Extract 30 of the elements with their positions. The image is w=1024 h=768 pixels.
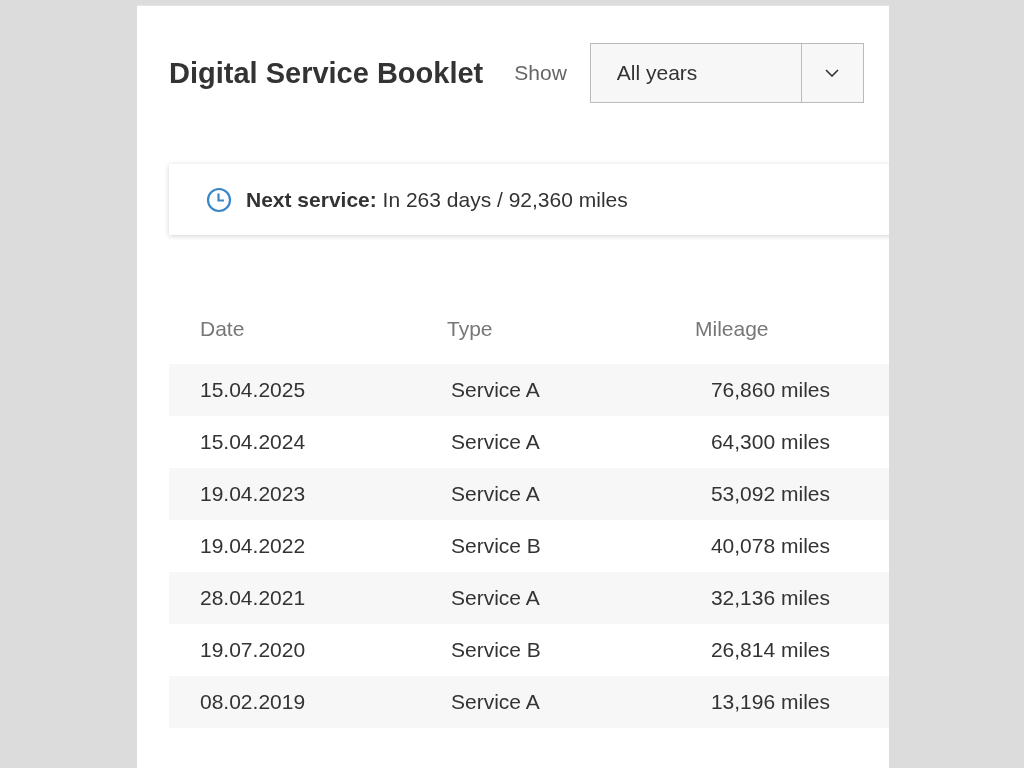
mileage-cell: 64,300 miles (710, 430, 830, 454)
type-cell-text: Service A (450, 690, 540, 714)
date-cell: 15.04.2024 (200, 430, 306, 454)
mileage-cell: 76,860 miles (710, 378, 830, 402)
mileage-cell: 26,814 miles (710, 638, 830, 662)
page-title: Digital Service Booklet (169, 56, 484, 90)
date-cell: 08.02.2019 (200, 690, 306, 714)
filter-label: Show (514, 61, 567, 85)
date-cell: 28.04.2021 (200, 586, 306, 610)
type-cell-text: Service A (450, 586, 540, 610)
mileage-cell: 13,196 miles (710, 690, 830, 714)
next-service-text: Next service: In 263 days / 92,360 miles (246, 187, 628, 212)
type-cell-text: Service B (450, 638, 541, 662)
year-dropdown[interactable]: All years (589, 43, 864, 103)
mileage-cell: 53,092 miles (710, 482, 830, 506)
type-cell-text: Service A (450, 378, 540, 402)
chevron-down-icon (825, 69, 840, 77)
mileage-cell: 40,078 miles (710, 534, 830, 558)
column-header: Type (447, 317, 493, 341)
column-header: Mileage (695, 317, 769, 341)
column-header: Date (200, 317, 245, 341)
clock-icon (206, 186, 232, 213)
mileage-cell: 32,136 miles (710, 586, 830, 610)
type-cell-text: Service A (450, 482, 540, 506)
date-cell: 19.07.2020 (200, 638, 306, 662)
date-cell: 19.04.2022 (200, 534, 306, 558)
type-cell-text: Service A (450, 430, 540, 454)
type-cell-text: Service B (450, 534, 541, 558)
date-cell: 15.04.2025 (200, 378, 306, 402)
date-cell: 19.04.2023 (200, 482, 306, 506)
